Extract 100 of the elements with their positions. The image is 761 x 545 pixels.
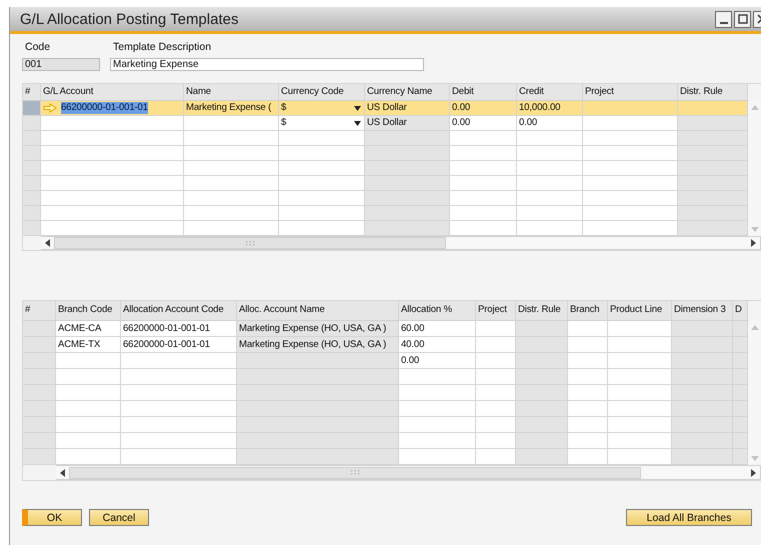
- table-cell[interactable]: [608, 369, 672, 385]
- table-cell[interactable]: [184, 176, 279, 191]
- table-cell[interactable]: [568, 337, 608, 353]
- table-cell[interactable]: ACME-CA: [56, 321, 121, 337]
- row-header[interactable]: [23, 353, 56, 369]
- table-cell[interactable]: [476, 321, 516, 337]
- horizontal-scrollbar[interactable]: [56, 465, 761, 480]
- row-header[interactable]: [23, 417, 56, 433]
- table-cell[interactable]: [41, 161, 184, 176]
- table-cell[interactable]: [583, 161, 678, 176]
- table-cell[interactable]: [517, 146, 583, 161]
- row-header[interactable]: [23, 161, 41, 176]
- column-header[interactable]: Project: [583, 84, 678, 101]
- table-cell[interactable]: [568, 449, 608, 465]
- table-cell[interactable]: [476, 353, 516, 369]
- table-cell[interactable]: [399, 433, 476, 449]
- table-cell[interactable]: [568, 353, 608, 369]
- table-cell[interactable]: [608, 337, 672, 353]
- column-header[interactable]: G/L Account: [41, 84, 184, 101]
- table-cell[interactable]: [476, 433, 516, 449]
- table-cell[interactable]: [476, 337, 516, 353]
- table-cell[interactable]: [41, 116, 184, 131]
- column-header[interactable]: Debit: [450, 84, 517, 101]
- table-cell[interactable]: 0.00: [399, 353, 476, 369]
- table-cell[interactable]: [279, 131, 365, 146]
- code-field[interactable]: 001: [22, 58, 100, 71]
- table-cell[interactable]: 40.00: [399, 337, 476, 353]
- table-cell[interactable]: [41, 191, 184, 206]
- column-header[interactable]: #: [23, 84, 41, 101]
- column-header[interactable]: Currency Name: [365, 84, 450, 101]
- column-header[interactable]: #: [23, 301, 56, 321]
- table-cell[interactable]: [608, 385, 672, 401]
- column-header[interactable]: Distr. Rule: [678, 84, 748, 101]
- table-cell[interactable]: [568, 433, 608, 449]
- table-cell[interactable]: [583, 206, 678, 221]
- row-header[interactable]: [23, 385, 56, 401]
- cancel-button[interactable]: Cancel: [89, 509, 149, 526]
- table-cell[interactable]: [184, 206, 279, 221]
- column-header[interactable]: Allocation Account Code: [121, 301, 237, 321]
- table-cell[interactable]: [56, 385, 121, 401]
- table-cell[interactable]: [56, 449, 121, 465]
- table-cell[interactable]: [184, 161, 279, 176]
- table-cell[interactable]: [399, 385, 476, 401]
- row-header[interactable]: [23, 433, 56, 449]
- table-cell[interactable]: [583, 131, 678, 146]
- table-cell[interactable]: [568, 385, 608, 401]
- table-cell[interactable]: [41, 221, 184, 236]
- table-cell[interactable]: [41, 146, 184, 161]
- table-cell[interactable]: [517, 206, 583, 221]
- ok-button[interactable]: OK: [22, 509, 82, 526]
- table-cell[interactable]: [517, 131, 583, 146]
- row-header[interactable]: [23, 449, 56, 465]
- table-cell[interactable]: [121, 369, 237, 385]
- column-header[interactable]: Credit: [517, 84, 583, 101]
- row-header[interactable]: [23, 116, 41, 131]
- table-cell[interactable]: [279, 221, 365, 236]
- table-cell[interactable]: [608, 417, 672, 433]
- table-cell[interactable]: [450, 131, 517, 146]
- table-cell[interactable]: [583, 221, 678, 236]
- table-cell[interactable]: [121, 417, 237, 433]
- table-cell[interactable]: [568, 369, 608, 385]
- table-cell[interactable]: [121, 401, 237, 417]
- table-cell[interactable]: 10,000.00: [517, 101, 583, 116]
- table-cell[interactable]: $: [279, 116, 365, 131]
- table-cell[interactable]: [608, 401, 672, 417]
- column-header[interactable]: Alloc. Account Name: [237, 301, 399, 321]
- table-cell[interactable]: [476, 369, 516, 385]
- table-cell[interactable]: 0.00: [450, 116, 517, 131]
- table-cell[interactable]: 60.00: [399, 321, 476, 337]
- table-cell[interactable]: [517, 191, 583, 206]
- table-cell[interactable]: [399, 449, 476, 465]
- table-cell[interactable]: [121, 385, 237, 401]
- column-header[interactable]: Currency Code: [279, 84, 365, 101]
- table-cell[interactable]: 0.00: [450, 101, 517, 116]
- table-cell[interactable]: [184, 131, 279, 146]
- table-cell[interactable]: [399, 401, 476, 417]
- table-cell[interactable]: [279, 191, 365, 206]
- column-header[interactable]: D: [733, 301, 748, 321]
- table-cell[interactable]: [608, 433, 672, 449]
- table-cell[interactable]: [121, 353, 237, 369]
- table-cell[interactable]: [583, 116, 678, 131]
- row-header[interactable]: [23, 321, 56, 337]
- column-header[interactable]: Branch: [568, 301, 608, 321]
- row-header[interactable]: [23, 206, 41, 221]
- table-cell[interactable]: [608, 449, 672, 465]
- scrollbar-thumb[interactable]: [69, 466, 641, 478]
- load-all-branches-button[interactable]: Load All Branches: [626, 509, 752, 526]
- scrollbar-thumb[interactable]: [54, 237, 446, 249]
- table-cell[interactable]: 66200000-01-001-01: [121, 321, 237, 337]
- table-cell[interactable]: 66200000-01-001-01: [41, 101, 184, 116]
- row-header[interactable]: [23, 101, 41, 116]
- table-cell[interactable]: [608, 321, 672, 337]
- table-cell[interactable]: [476, 417, 516, 433]
- column-header[interactable]: Dimension 3: [672, 301, 733, 321]
- column-header[interactable]: Name: [184, 84, 279, 101]
- table-cell[interactable]: [568, 321, 608, 337]
- table-cell[interactable]: [583, 191, 678, 206]
- table-cell[interactable]: [184, 191, 279, 206]
- table-cell[interactable]: 66200000-01-001-01: [121, 337, 237, 353]
- table-cell[interactable]: [56, 401, 121, 417]
